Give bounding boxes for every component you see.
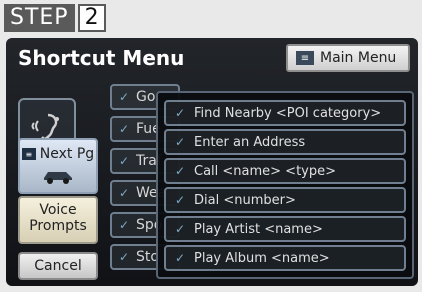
main-menu-button[interactable]: ≡ Main Menu — [286, 44, 410, 72]
check-icon: ✓ — [174, 164, 186, 178]
cancel-label: Cancel — [34, 258, 82, 274]
dropdown-item-label: Play Artist <name> — [194, 221, 323, 237]
step-label: STEP — [4, 4, 75, 32]
navigation-screen: Shortcut Menu ≡ Main Menu ≡ Next Pg Voic… — [6, 38, 418, 286]
check-icon: ✓ — [118, 186, 130, 200]
cancel-button[interactable]: Cancel — [18, 252, 98, 280]
command-label-bg: Go — [136, 89, 156, 105]
next-page-button[interactable]: ≡ Next Pg — [18, 138, 98, 194]
dropdown-item-label: Call <name> <type> — [194, 163, 337, 179]
check-icon: ✓ — [174, 251, 186, 265]
dropdown-item[interactable]: ✓ Play Artist <name> — [164, 216, 406, 242]
dropdown-item[interactable]: ✓ Enter an Address — [164, 129, 406, 155]
list-icon: ≡ — [296, 51, 314, 65]
step-indicator: STEP 2 — [4, 4, 106, 32]
dropdown-item[interactable]: ✓ Dial <number> — [164, 187, 406, 213]
voice-prompts-label: Voice Prompts — [29, 202, 87, 234]
step-number: 2 — [77, 4, 106, 32]
dropdown-item-label: Play Album <name> — [194, 250, 330, 266]
shortcut-dropdown: ✓ Find Nearby <POI category> ✓ Enter an … — [156, 91, 414, 279]
check-icon: ✓ — [118, 90, 130, 104]
page-title: Shortcut Menu — [18, 46, 185, 70]
dropdown-item-label: Find Nearby <POI category> — [194, 105, 382, 121]
list-icon: ≡ — [21, 148, 36, 160]
dropdown-item[interactable]: ✓ Find Nearby <POI category> — [164, 100, 406, 126]
check-icon: ✓ — [174, 222, 186, 236]
car-icon — [20, 166, 96, 184]
next-page-label: Next Pg — [39, 146, 95, 162]
dropdown-item[interactable]: ✓ Call <name> <type> — [164, 158, 406, 184]
check-icon: ✓ — [118, 154, 130, 168]
check-icon: ✓ — [174, 193, 186, 207]
dropdown-item[interactable]: ✓ Play Album <name> — [164, 245, 406, 271]
check-icon: ✓ — [174, 106, 186, 120]
main-menu-label: Main Menu — [320, 50, 397, 66]
check-icon: ✓ — [118, 250, 130, 264]
voice-prompts-button[interactable]: Voice Prompts — [18, 196, 98, 244]
check-icon: ✓ — [174, 135, 186, 149]
check-icon: ✓ — [118, 122, 130, 136]
dropdown-item-label: Dial <number> — [194, 192, 296, 208]
dropdown-item-label: Enter an Address — [194, 134, 306, 150]
check-icon: ✓ — [118, 218, 130, 232]
